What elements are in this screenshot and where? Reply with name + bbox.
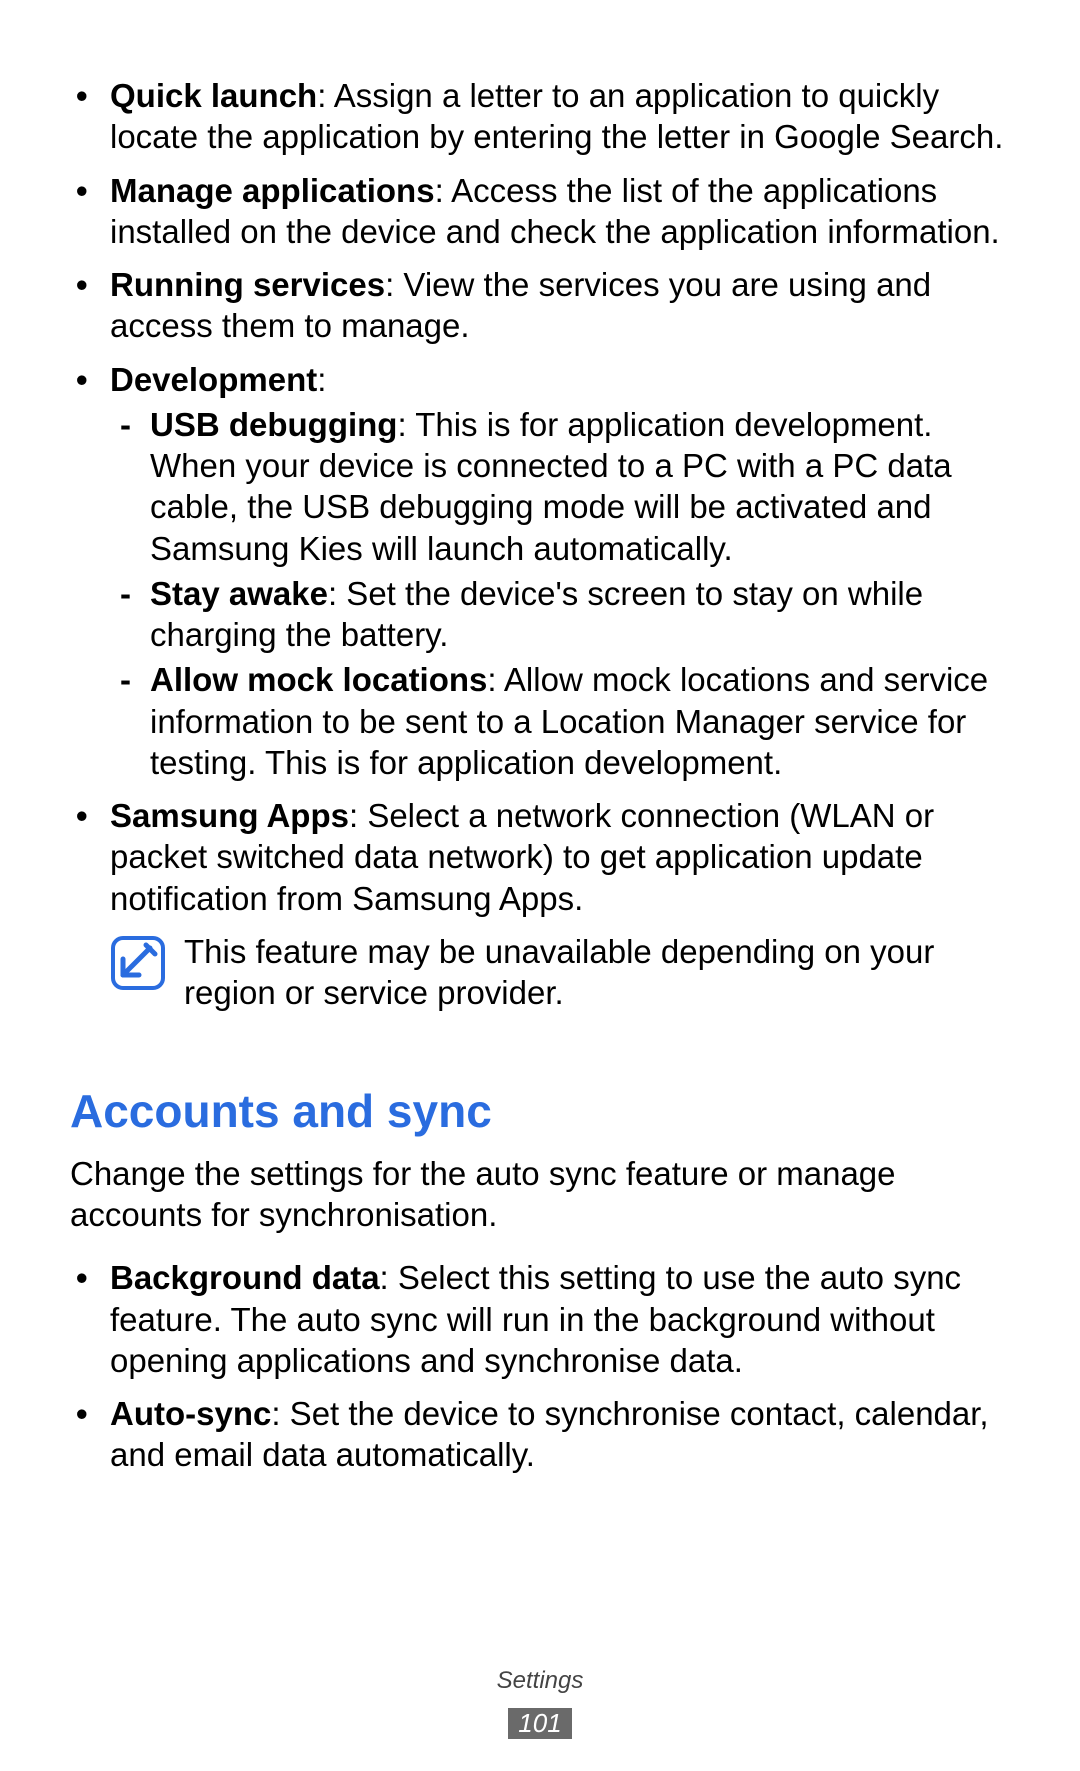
description: :: [317, 361, 326, 398]
term: USB debugging: [150, 406, 397, 443]
term: Samsung Apps: [110, 797, 349, 834]
list-item: Stay awake: Set the device's screen to s…: [110, 573, 1010, 656]
list-item: USB debugging: This is for application d…: [110, 404, 1010, 569]
list-item: Running services: View the services you …: [70, 264, 1010, 347]
term: Development: [110, 361, 317, 398]
list-item: Background data: Select this setting to …: [70, 1257, 1010, 1381]
note-callout: This feature may be unavailable dependin…: [110, 931, 1010, 1014]
list-item: Samsung Apps: Select a network connectio…: [70, 795, 1010, 919]
note-text: This feature may be unavailable dependin…: [184, 931, 1010, 1014]
document-page: Quick launch: Assign a letter to an appl…: [0, 0, 1080, 1771]
term: Allow mock locations: [150, 661, 487, 698]
page-footer: Settings 101: [0, 1666, 1080, 1741]
term: Quick launch: [110, 77, 317, 114]
bullet-list-applications: Quick launch: Assign a letter to an appl…: [70, 75, 1010, 919]
list-item: Quick launch: Assign a letter to an appl…: [70, 75, 1010, 158]
footer-section-label: Settings: [0, 1666, 1080, 1696]
term: Running services: [110, 266, 385, 303]
list-item: Manage applications: Access the list of …: [70, 170, 1010, 253]
term: Background data: [110, 1259, 380, 1296]
sub-list-development: USB debugging: This is for application d…: [110, 404, 1010, 783]
note-icon: [110, 935, 166, 991]
section-heading-accounts-sync: Accounts and sync: [70, 1083, 1010, 1141]
term: Auto-sync: [110, 1395, 271, 1432]
section-intro: Change the settings for the auto sync fe…: [70, 1153, 1010, 1236]
bullet-list-accounts: Background data: Select this setting to …: [70, 1257, 1010, 1475]
list-item: Allow mock locations: Allow mock locatio…: [110, 659, 1010, 783]
page-number: 101: [508, 1708, 571, 1739]
term: Manage applications: [110, 172, 435, 209]
list-item: Development: USB debugging: This is for …: [70, 359, 1010, 784]
term: Stay awake: [150, 575, 328, 612]
list-item: Auto-sync: Set the device to synchronise…: [70, 1393, 1010, 1476]
